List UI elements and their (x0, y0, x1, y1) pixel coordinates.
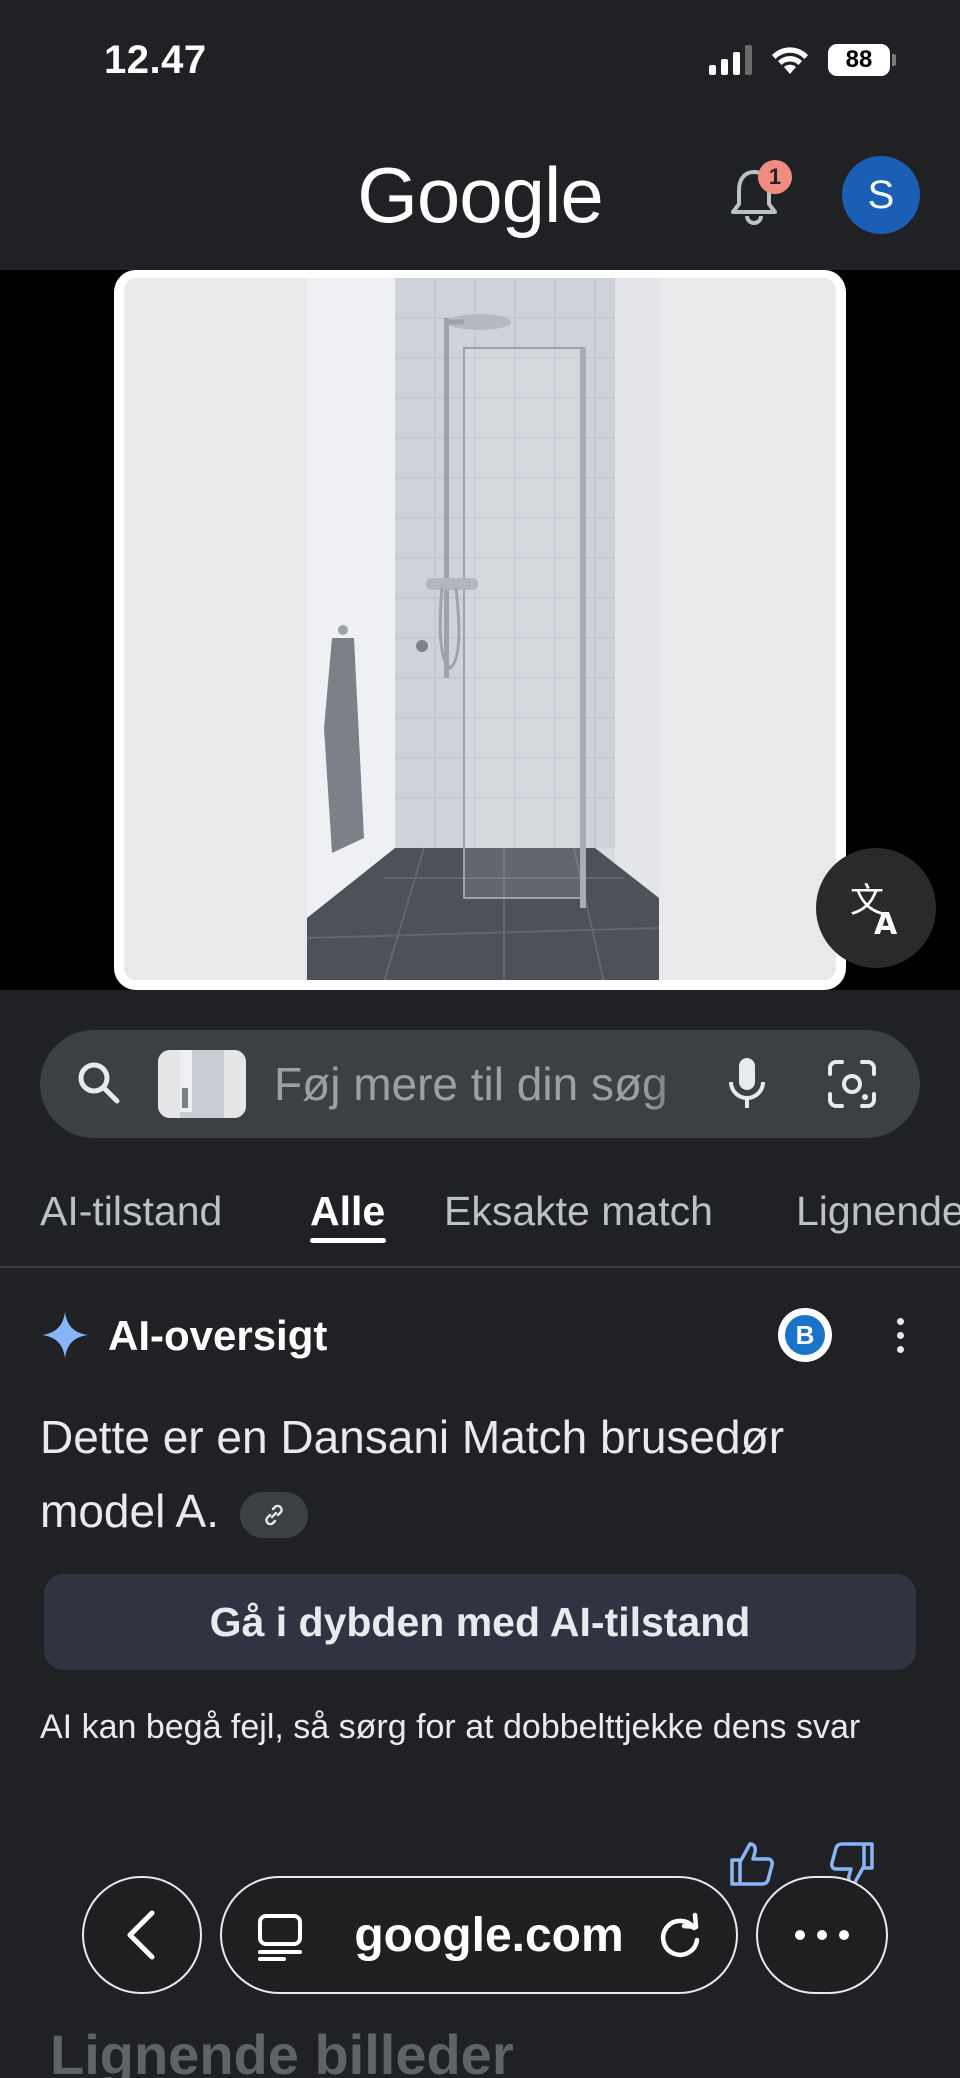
source-initial: B (785, 1315, 825, 1355)
app-header: Google 1 S (0, 120, 960, 270)
search-icon[interactable] (74, 1058, 124, 1108)
similar-images-heading: Lignende billeder (50, 2023, 514, 2078)
tab-similar[interactable]: Lignende (796, 1188, 960, 1235)
searched-image-area: 文 A (0, 270, 960, 990)
query-image-thumbnail[interactable] (158, 1050, 246, 1118)
ai-overview-header: AI-oversigt B (0, 1300, 960, 1370)
browser-more-button[interactable] (756, 1876, 888, 1994)
status-bar: 12.47 88 (0, 0, 960, 120)
wifi-icon (772, 47, 808, 74)
browser-address-bar[interactable]: google.com (220, 1876, 738, 1994)
active-tab-indicator (310, 1238, 386, 1243)
microphone-icon[interactable] (720, 1054, 774, 1114)
more-dots-icon (795, 1930, 849, 1940)
google-lens-icon[interactable] (824, 1056, 880, 1112)
notification-badge: 1 (758, 160, 792, 194)
browser-back-button[interactable] (82, 1876, 202, 1994)
search-bar[interactable] (40, 1030, 920, 1138)
result-tabs: AI-tilstand Alle Eksakte match Lignende (0, 1150, 960, 1268)
account-avatar[interactable]: S (842, 156, 920, 234)
cellular-signal-icon (709, 45, 752, 75)
status-icons: 88 (709, 44, 896, 76)
tab-exact-match[interactable]: Eksakte match (444, 1188, 713, 1235)
status-time: 12.47 (104, 38, 207, 82)
chevron-left-icon (127, 1910, 155, 1960)
ai-answer: Dette er en Dansani Match brusedør model… (40, 1400, 920, 1548)
translate-icon: 文 A (850, 881, 898, 938)
ai-sparkle-icon (42, 1312, 88, 1358)
tab-all[interactable]: Alle (310, 1188, 385, 1235)
ai-answer-text: Dette er en Dansani Match brusedør model… (40, 1411, 785, 1537)
source-icon[interactable]: B (778, 1308, 832, 1362)
tab-ai-mode[interactable]: AI-tilstand (40, 1188, 222, 1235)
ai-disclaimer: AI kan begå fejl, så sørg for at dobbelt… (40, 1708, 861, 1746)
url-text: google.com (354, 1908, 624, 1962)
more-options-icon[interactable] (880, 1310, 920, 1360)
link-icon (265, 1504, 283, 1526)
ai-overview-title: AI-oversigt (108, 1312, 328, 1359)
thumbs-up-icon[interactable] (726, 1838, 778, 1890)
battery-level: 88 (828, 44, 890, 76)
battery-icon: 88 (828, 44, 896, 76)
citation-link-button[interactable] (239, 1491, 308, 1538)
ai-mode-deep-dive-button[interactable]: Gå i dybden med AI-tilstand (44, 1574, 916, 1670)
shower-photo (124, 278, 836, 980)
svg-text:A: A (874, 907, 898, 938)
reload-icon[interactable] (654, 1910, 706, 1962)
searched-image[interactable] (114, 270, 846, 990)
page-menu-icon[interactable] (254, 1910, 306, 1962)
translate-button[interactable]: 文 A (816, 848, 936, 968)
google-logo[interactable]: Google (0, 150, 960, 241)
